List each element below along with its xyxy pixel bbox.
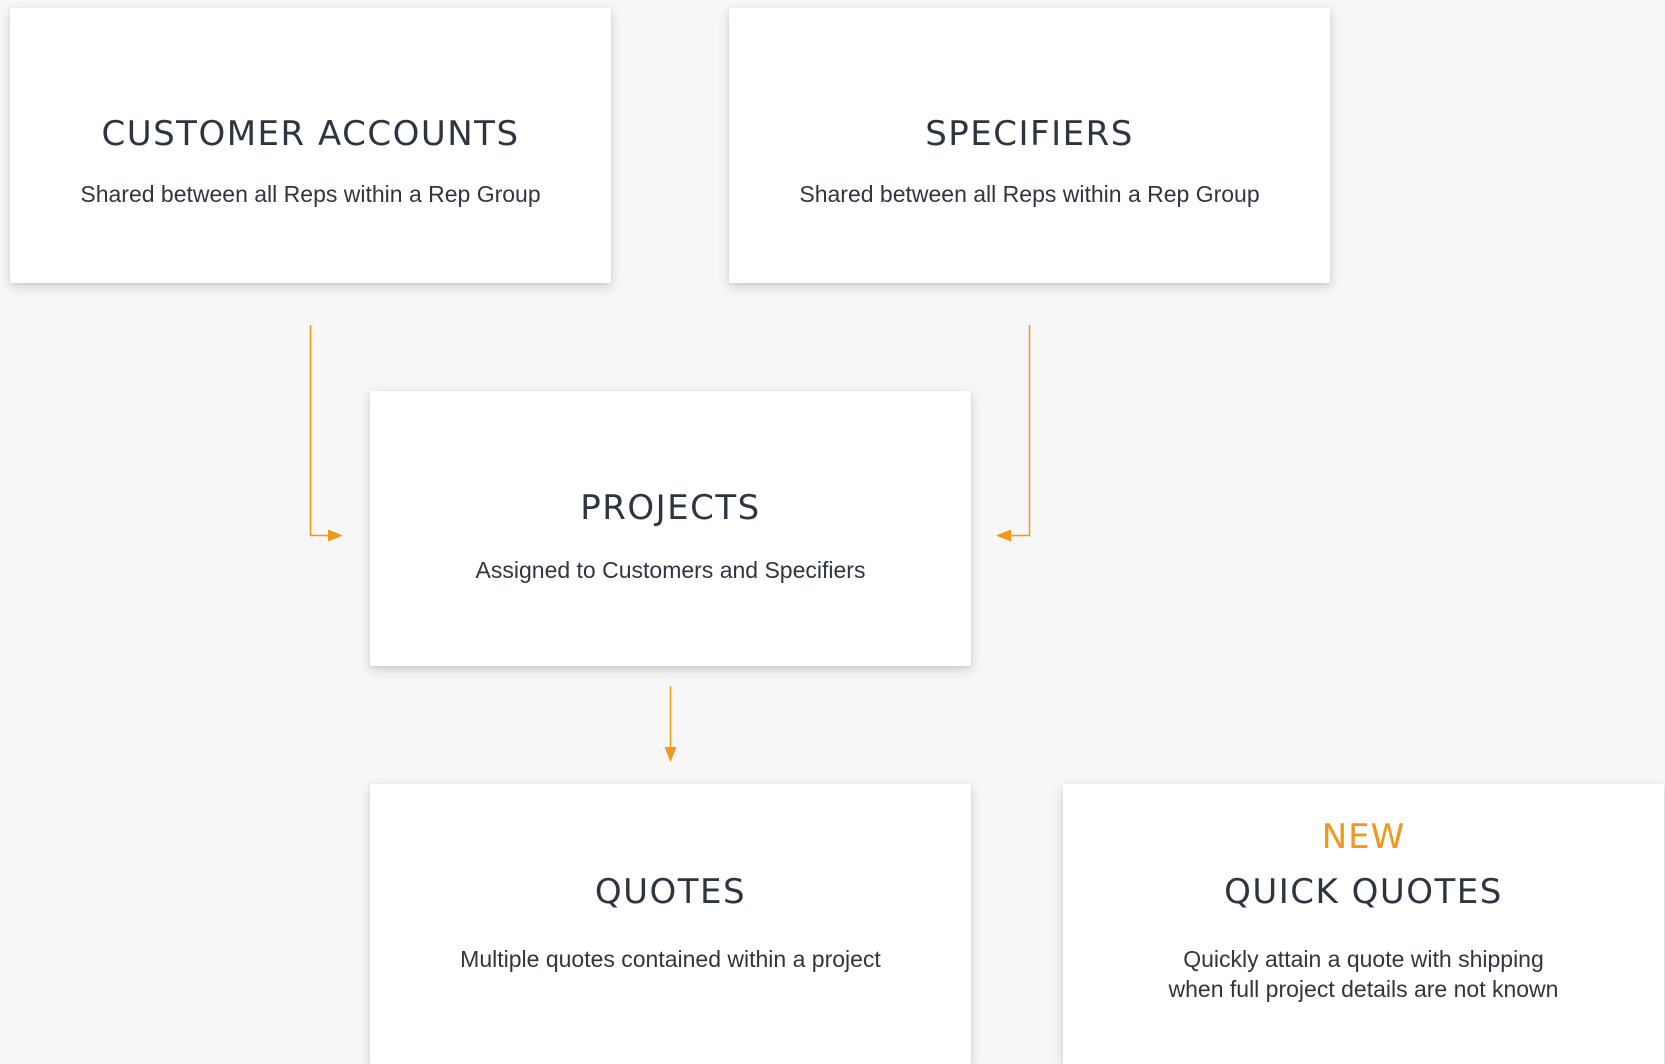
customer-accounts-subtitle: Shared between all Reps within a Rep Gro…	[80, 181, 541, 207]
customer-accounts-title: CUSTOMER ACCOUNTS	[101, 114, 520, 154]
specifiers-title: SPECIFIERS	[925, 114, 1134, 154]
connector-customer-to-projects	[309, 325, 330, 537]
connector-specifiers-to-projects	[1010, 325, 1031, 537]
quick-quotes-subtitle-line2: when full project details are not known	[1168, 976, 1559, 1002]
quick-quotes-card: NEW QUICK QUOTES Quickly attain a quote …	[1063, 784, 1664, 1064]
customer-accounts-card: CUSTOMER ACCOUNTS Shared between all Rep…	[10, 8, 611, 283]
quotes-card: QUOTES Multiple quotes contained within …	[370, 784, 971, 1064]
arrowhead-down-icon	[664, 747, 677, 762]
new-badge: NEW	[1321, 817, 1406, 857]
projects-title: PROJECTS	[580, 488, 761, 528]
quick-quotes-subtitle-line1: Quickly attain a quote with shipping	[1183, 946, 1544, 972]
projects-subtitle: Assigned to Customers and Specifiers	[475, 557, 866, 583]
quick-quotes-title: QUICK QUOTES	[1224, 872, 1503, 912]
specifiers-card: SPECIFIERS Shared between all Reps withi…	[729, 8, 1330, 283]
arrowhead-right-icon	[328, 529, 343, 542]
specifiers-subtitle: Shared between all Reps within a Rep Gro…	[799, 181, 1260, 207]
arrowhead-left-icon	[996, 529, 1011, 542]
quotes-title: QUOTES	[594, 872, 747, 912]
quotes-subtitle: Multiple quotes contained within a proje…	[460, 946, 881, 972]
projects-card: PROJECTS Assigned to Customers and Speci…	[370, 391, 971, 666]
